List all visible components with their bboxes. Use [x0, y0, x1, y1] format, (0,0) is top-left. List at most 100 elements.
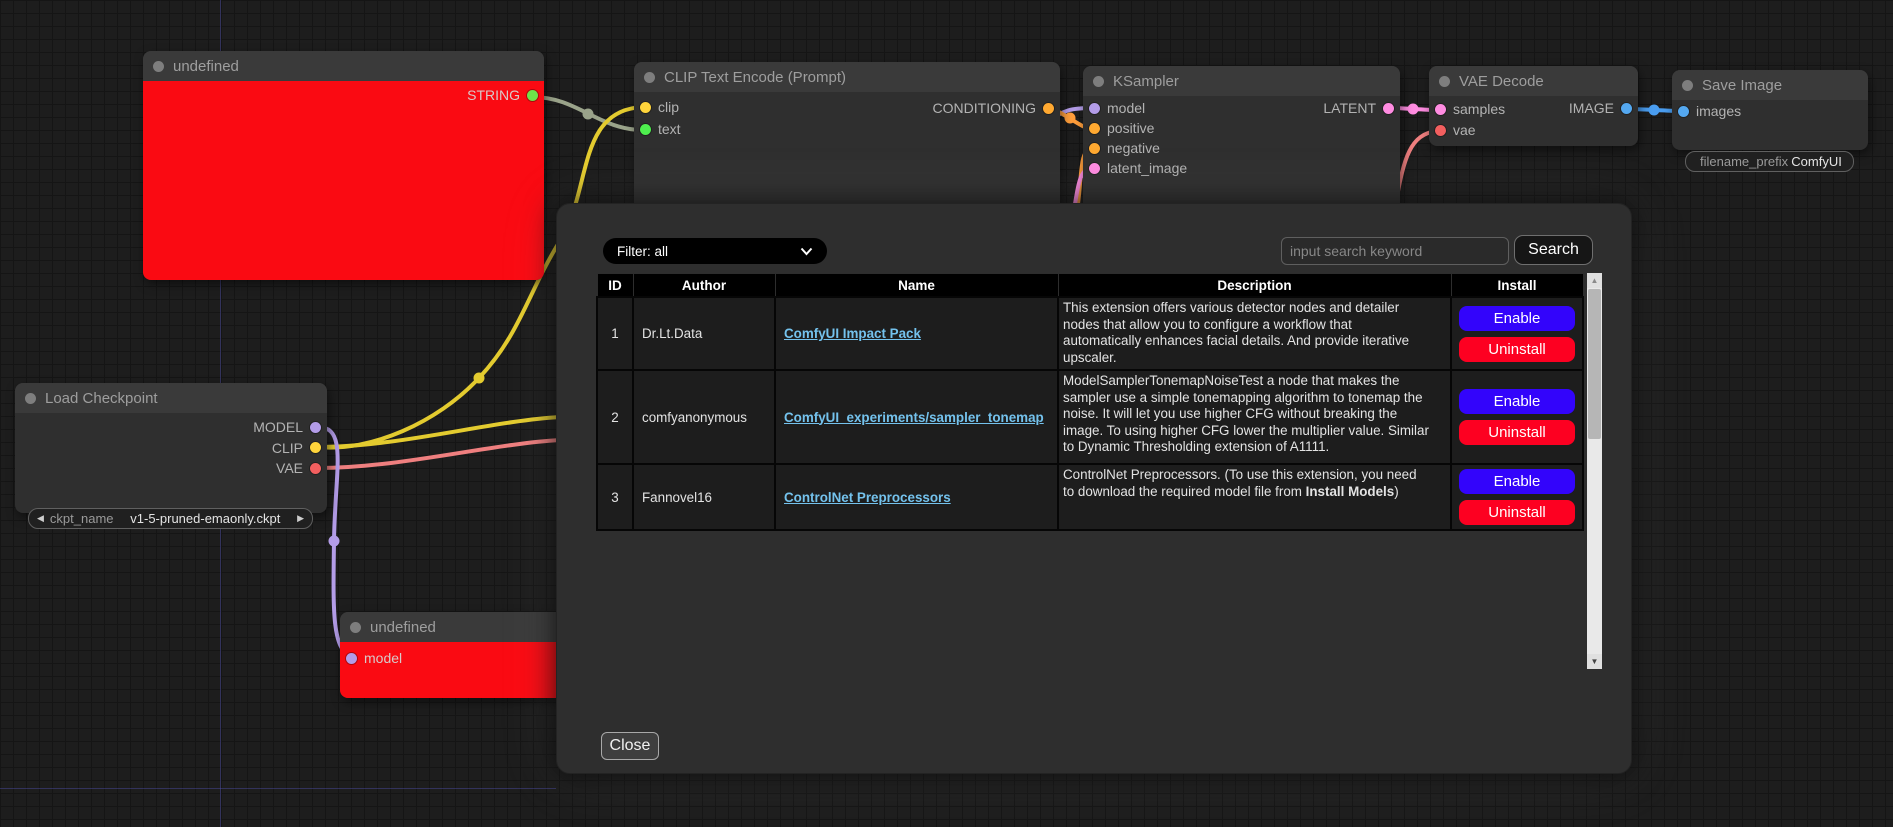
VAE-output-pin[interactable]: [310, 463, 321, 474]
cell-name: ComfyUI_experiments/sampler_tonemap: [775, 370, 1058, 464]
MODEL-output-pin[interactable]: [310, 422, 321, 433]
model-input-pin[interactable]: [346, 653, 357, 664]
extension-link[interactable]: ControlNet Preprocessors: [784, 490, 951, 505]
widget-ckpt_name[interactable]: ◀ ckpt_namev1-5-pruned-emaonly.ckpt▶: [28, 508, 313, 529]
images-input-pin[interactable]: [1678, 106, 1689, 117]
node-load-checkpoint[interactable]: Load CheckpointMODELCLIPVAE◀ckpt_namev1-…: [15, 383, 327, 513]
node-title-bar: undefined: [340, 612, 563, 642]
node-save-image[interactable]: Save Imageimagesfilename_prefixComfyUI: [1672, 70, 1868, 150]
STRING-output-pin[interactable]: [527, 90, 538, 101]
table-scrollbar[interactable]: ▲ ▼: [1587, 273, 1602, 669]
slot-label: clip: [658, 99, 679, 115]
latent_image-input-pin[interactable]: [1089, 163, 1100, 174]
filter-dropdown[interactable]: Filter: all: [603, 238, 827, 264]
uninstall-button[interactable]: Uninstall: [1459, 420, 1575, 445]
link-wire-vae: [318, 440, 560, 468]
slot-label: MODEL: [253, 419, 303, 435]
node-title-bar: Load Checkpoint: [15, 383, 327, 413]
text-input-pin[interactable]: [640, 124, 651, 135]
scroll-down-icon[interactable]: ▼: [1587, 654, 1602, 669]
node-title-bar: VAE Decode: [1429, 66, 1638, 96]
node-collapse-dot[interactable]: [25, 393, 36, 404]
install-actions: Enable Uninstall: [1452, 389, 1582, 445]
model-input-pin[interactable]: [1089, 103, 1100, 114]
uninstall-button[interactable]: Uninstall: [1459, 337, 1575, 362]
slot-label: LATENT: [1323, 100, 1376, 116]
node-undefined-model[interactable]: undefined model: [340, 612, 563, 698]
node-collapse-dot[interactable]: [153, 61, 164, 72]
CONDITIONING-output-pin[interactable]: [1043, 103, 1054, 114]
CLIP-output-pin[interactable]: [310, 442, 321, 453]
widget-filename_prefix[interactable]: filename_prefixComfyUI: [1685, 151, 1854, 172]
vae-input-pin[interactable]: [1435, 125, 1446, 136]
input-slot-positive: positive: [1089, 118, 1154, 138]
node-collapse-dot[interactable]: [1682, 80, 1693, 91]
input-slot-negative: negative: [1089, 138, 1160, 158]
positive-input-pin[interactable]: [1089, 123, 1100, 134]
slot-label: STRING: [467, 87, 520, 103]
install-actions: Enable Uninstall: [1452, 306, 1582, 362]
IMAGE-output-pin[interactable]: [1621, 103, 1632, 114]
column-header-description: Description: [1058, 274, 1451, 298]
cell-description: ControlNet Preprocessors. (To use this e…: [1058, 464, 1451, 530]
slot-label: text: [658, 121, 681, 137]
node-vae-decode[interactable]: VAE DecodesamplesvaeIMAGE: [1429, 66, 1638, 146]
slot-label: VAE: [276, 460, 303, 476]
widget-value: v1-5-pruned-emaonly.ckpt: [114, 511, 298, 526]
enable-button[interactable]: Enable: [1459, 389, 1575, 414]
slot-label: CONDITIONING: [933, 100, 1036, 116]
node-collapse-dot[interactable]: [1093, 76, 1104, 87]
extensions-table: IDAuthorNameDescriptionInstall 1Dr.Lt.Da…: [596, 273, 1584, 531]
uninstall-button[interactable]: Uninstall: [1459, 500, 1575, 525]
extension-link[interactable]: ComfyUI Impact Pack: [784, 326, 921, 341]
extension-link[interactable]: ComfyUI_experiments/sampler_tonemap: [784, 410, 1044, 425]
cell-author: Fannovel16: [633, 464, 775, 530]
samples-input-pin[interactable]: [1435, 104, 1446, 115]
table-row: 2comfyanonymousComfyUI_experiments/sampl…: [597, 370, 1583, 464]
node-clip-text-encode[interactable]: CLIP Text Encode (Prompt) clip text CONDITI…: [634, 62, 1060, 212]
install-custom-nodes-dialog: Filter: all Search IDAuthorNameDescripti…: [556, 203, 1632, 774]
output-slot-LATENT: LATENT: [1323, 98, 1394, 118]
slot-label: CLIP: [272, 440, 303, 456]
canvas-axis-horizontal: [0, 788, 556, 789]
link-wire-string: [533, 97, 643, 130]
LATENT-output-pin[interactable]: [1383, 103, 1394, 114]
enable-button[interactable]: Enable: [1459, 306, 1575, 331]
slot-label: samples: [1453, 101, 1505, 117]
cell-install: Enable Uninstall: [1451, 464, 1583, 530]
column-header-name: Name: [775, 274, 1058, 298]
node-undefined-string[interactable]: undefinedSTRING: [143, 51, 544, 280]
slot-label: model: [364, 650, 402, 666]
output-slot-MODEL: MODEL: [253, 417, 321, 437]
link-midpoint-dot: [1065, 113, 1076, 124]
input-slot-images: images: [1678, 101, 1741, 121]
table-row: 3Fannovel16 ControlNet Preprocessors Contr…: [597, 464, 1583, 530]
node-collapse-dot[interactable]: [1439, 76, 1450, 87]
slot-label: model: [1107, 100, 1145, 116]
node-collapse-dot[interactable]: [644, 72, 655, 83]
search-input[interactable]: [1281, 237, 1509, 265]
node-body: clip text CONDITIONING: [634, 92, 1060, 212]
clip-input-pin[interactable]: [640, 102, 651, 113]
node-title-text: VAE Decode: [1459, 73, 1544, 90]
left-arrow-icon[interactable]: ◀: [37, 514, 44, 523]
cell-author: Dr.Lt.Data: [633, 297, 775, 370]
scroll-up-icon[interactable]: ▲: [1587, 273, 1602, 288]
negative-input-pin[interactable]: [1089, 143, 1100, 154]
node-graph-canvas[interactable]: undefinedSTRINGCLIP Text Encode (Prompt)…: [0, 0, 1893, 827]
node-title-bar: CLIP Text Encode (Prompt): [634, 62, 1060, 92]
node-body: imagesfilename_prefixComfyUI: [1672, 100, 1868, 150]
right-arrow-icon[interactable]: ▶: [297, 514, 304, 523]
widget-value: ComfyUI: [1788, 154, 1845, 169]
cell-id: 3: [597, 464, 633, 530]
slot-label: IMAGE: [1569, 100, 1614, 116]
search-button[interactable]: Search: [1514, 235, 1593, 265]
node-collapse-dot[interactable]: [350, 622, 361, 633]
widget-name: ckpt_name: [50, 511, 114, 526]
scrollbar-thumb[interactable]: [1588, 289, 1601, 439]
close-button[interactable]: Close: [601, 732, 659, 760]
node-ksampler[interactable]: KSamplermodelpositivenegativelatent_imag…: [1083, 66, 1400, 212]
enable-button[interactable]: Enable: [1459, 469, 1575, 494]
link-midpoint-dot: [1649, 105, 1660, 116]
node-title-text: Load Checkpoint: [45, 390, 158, 407]
